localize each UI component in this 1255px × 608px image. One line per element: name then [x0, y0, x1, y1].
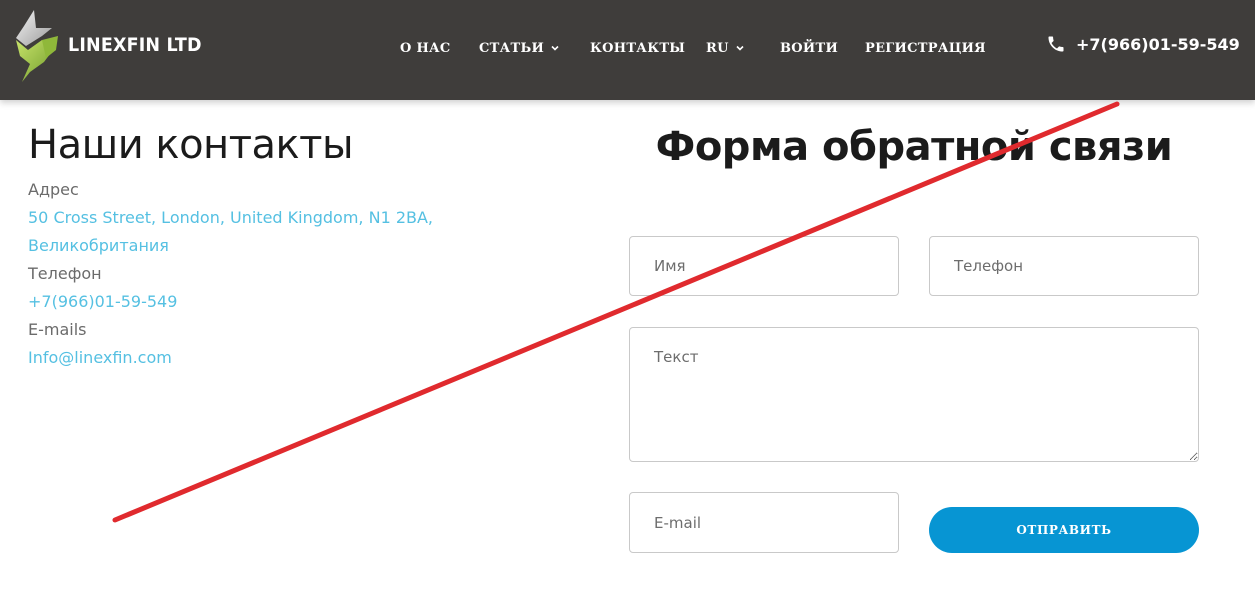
feedback-form-title: Форма обратной связи [655, 124, 1173, 170]
email-link[interactable]: Info@linexfin.com [28, 344, 172, 372]
contacts-title: Наши контакты [28, 122, 354, 168]
address-line-1[interactable]: 50 Cross Street, London, United Kingdom,… [28, 204, 433, 232]
name-input[interactable] [629, 236, 899, 296]
address-label: Адрес [28, 180, 79, 199]
nav-login[interactable]: ВОЙТИ [780, 38, 838, 58]
email-label: E-mails [28, 320, 87, 339]
nav-about[interactable]: О НАС [400, 38, 451, 58]
nav-language[interactable]: RU [706, 38, 745, 58]
nav-about-label: О НАС [400, 40, 451, 56]
nav-register-label: РЕГИСТРАЦИЯ [865, 40, 986, 56]
nav-articles-label: СТАТЬИ [479, 40, 545, 56]
nav-articles[interactable]: СТАТЬИ [479, 38, 560, 58]
email-input[interactable] [629, 492, 899, 553]
nav-language-label: RU [706, 40, 729, 56]
phone-link[interactable]: +7(966)01-59-549 [28, 288, 177, 316]
message-textarea[interactable] [629, 327, 1199, 462]
phone-icon [1048, 36, 1064, 52]
nav-contacts-label: КОНТАКТЫ [590, 40, 686, 56]
linexfin-logo-icon[interactable] [12, 10, 64, 84]
nav-login-label: ВОЙТИ [780, 40, 839, 56]
address-line-2[interactable]: Великобритания [28, 232, 169, 260]
site-header: LINEXFIN LTD О НАС СТАТЬИ КОНТАКТЫ RU ВО… [0, 0, 1255, 100]
phone-input[interactable] [929, 236, 1199, 296]
nav-contacts[interactable]: КОНТАКТЫ [590, 38, 685, 58]
chevron-down-icon [551, 45, 559, 51]
brand-name[interactable]: LINEXFIN LTD [68, 34, 202, 56]
header-phone[interactable]: +7(966)01-59-549 [1046, 34, 1240, 54]
phone-label: Телефон [28, 264, 102, 283]
chevron-down-icon [736, 45, 744, 51]
header-phone-number: +7(966)01-59-549 [1076, 34, 1240, 54]
nav-register[interactable]: РЕГИСТРАЦИЯ [865, 38, 986, 58]
submit-button[interactable]: ОТПРАВИТЬ [929, 507, 1199, 553]
